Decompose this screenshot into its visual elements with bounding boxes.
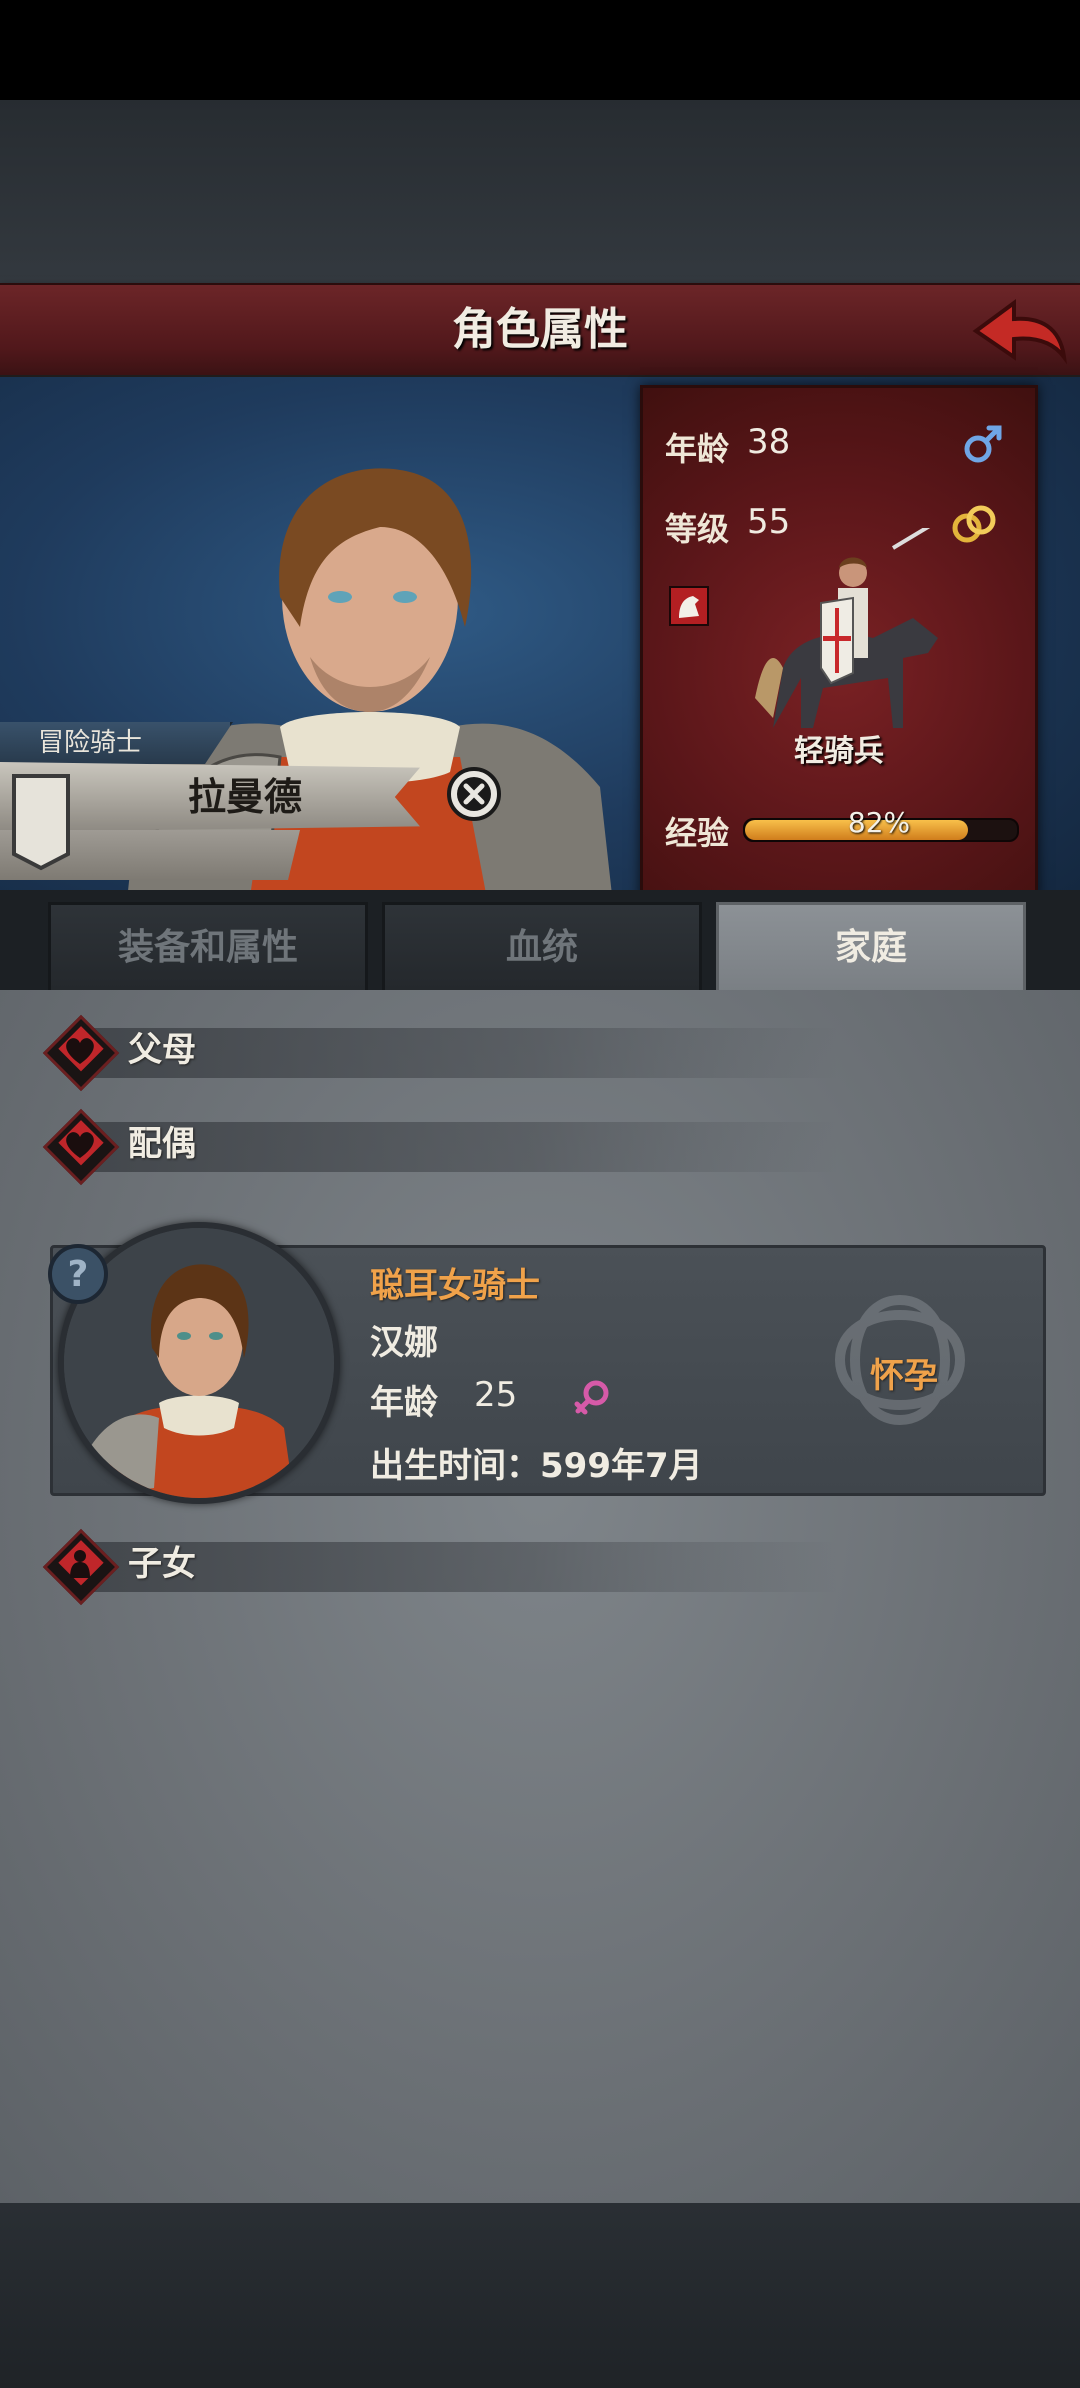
male-icon (964, 425, 1002, 463)
exp-percent: 82% (847, 806, 911, 839)
page-title: 角色属性 (452, 304, 628, 355)
banner-shield-icon[interactable] (10, 772, 72, 872)
bottom-frame (0, 2203, 1080, 2388)
unit-type: 轻骑兵 (794, 734, 884, 769)
tab-bloodline[interactable]: 血统 (382, 902, 702, 994)
heart-icon (66, 1132, 94, 1158)
section-children-label: 子女 (128, 1544, 196, 1584)
back-button[interactable] (968, 297, 1068, 365)
section-parents-label: 父母 (128, 1030, 196, 1070)
spouse-name: 汉娜 (370, 1323, 438, 1363)
section-spouse[interactable]: 配偶 (42, 1108, 868, 1186)
hero-name[interactable]: 拉曼德 (130, 762, 360, 832)
cavalry-unit-icon (755, 528, 938, 728)
heart-icon (66, 1038, 94, 1064)
exp-label: 经验 (665, 814, 730, 852)
spouse-title: 聪耳女骑士 (370, 1266, 540, 1306)
child-icon (70, 1550, 90, 1578)
status-bar-area (0, 0, 1080, 100)
svg-text:?: ? (68, 1254, 89, 1295)
level-label: 等级 (665, 510, 730, 548)
stats-panel: 年龄 38 等级 55 轻骑兵 经验 82% (640, 385, 1038, 901)
female-icon (574, 1380, 609, 1415)
horse-badge-icon (669, 586, 709, 626)
hero-rank: 冒险骑士 (38, 728, 143, 758)
hero-portrait (120, 468, 620, 962)
back-arrow-icon (972, 299, 1067, 365)
header-backdrop (0, 100, 1080, 285)
title-bar: 角色属性 (0, 283, 1080, 379)
section-children[interactable]: 子女 (42, 1528, 868, 1606)
spouse-status: 怀孕 (870, 1356, 938, 1396)
section-parents[interactable]: 父母 (42, 1014, 868, 1092)
tab-equipment[interactable]: 装备和属性 (48, 902, 368, 994)
spouse-age-label: 年龄 (370, 1383, 438, 1423)
dismiss-icon[interactable] (446, 766, 502, 822)
spouse-birth-date: 出生时间：599年7月 (370, 1446, 703, 1486)
tab-family[interactable]: 家庭 (716, 902, 1026, 994)
section-spouse-label: 配偶 (128, 1124, 196, 1164)
age-value: 38 (747, 422, 791, 462)
help-icon[interactable]: ? (46, 1242, 110, 1306)
age-label: 年龄 (665, 430, 730, 468)
spouse-age-value: 25 (474, 1375, 518, 1415)
